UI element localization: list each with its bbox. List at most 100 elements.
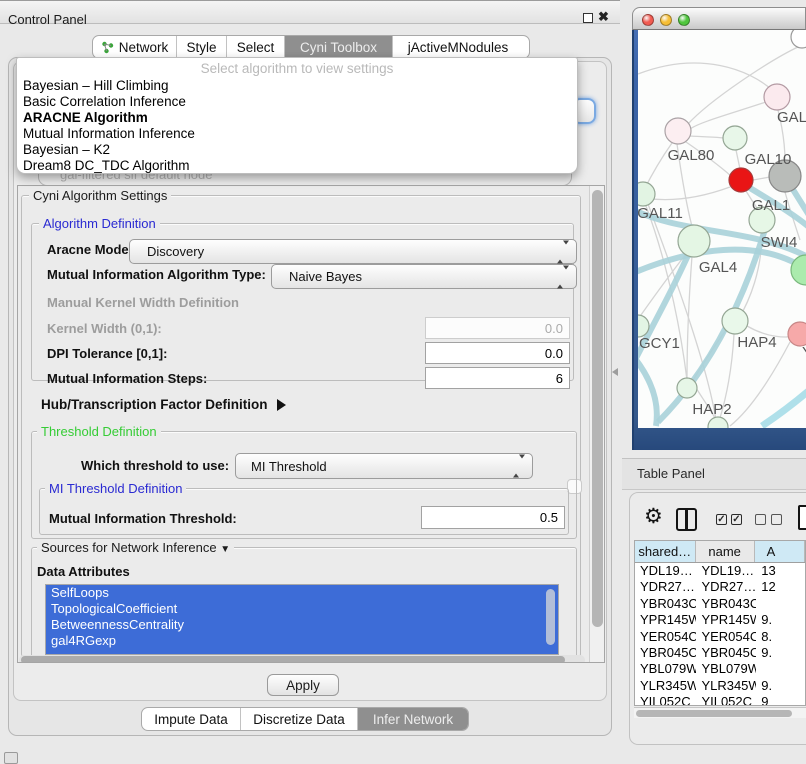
collapsed-panel-icon[interactable] [4,752,18,764]
document-icon[interactable] [798,505,806,530]
hscrollbar-thumb[interactable] [21,656,565,663]
settings-hscrollbar[interactable] [19,655,585,663]
table-row[interactable]: YIL052CYIL052C9 [635,694,805,706]
dpi-tolerance-field[interactable]: 0.0 [425,342,570,364]
network-canvas[interactable]: GALGAL80GAL10GAL1GAL11SWI4GAL4GCY1HAP4YH… [638,30,806,428]
mac-close-icon[interactable] [642,14,654,26]
dropdown-item[interactable]: Bayesian – Hill Climbing [17,78,577,94]
network-node[interactable] [723,126,747,150]
table-row[interactable]: YBR043CYBR043C [635,596,805,612]
apply-button[interactable]: Apply [267,674,339,696]
network-node[interactable] [722,308,748,334]
network-edge[interactable] [638,63,772,90]
gear-icon[interactable]: ⚙ [644,504,663,529]
table-column-header[interactable]: name [696,541,755,562]
table-column-header[interactable]: A [755,541,805,562]
table-hscrollbar-thumb[interactable] [636,710,792,717]
network-node[interactable] [729,168,753,192]
close-icon[interactable]: ✖ [598,9,609,25]
dropdown-item[interactable]: Basic Correlation Inference [17,94,577,110]
attribute-item[interactable]: BetweennessCentrality [46,617,558,633]
network-window-titlebar[interactable] [632,7,806,30]
network-node-label: HAP4 [737,334,776,351]
network-node[interactable] [678,225,710,257]
columns-icon[interactable] [676,508,697,531]
control-panel-title: Control Panel [8,12,87,27]
tab-label: Network [119,40,169,55]
which-threshold-value: MI Threshold [236,459,327,474]
network-node[interactable] [677,378,697,398]
mi-steps-field[interactable]: 6 [425,367,570,389]
tab-select[interactable]: Select [227,36,285,58]
tab-cyni-toolbox[interactable]: Cyni Toolbox [285,36,393,58]
table-cell: YBR045C [635,645,696,661]
attribute-item[interactable]: TopologicalCoefficient [46,601,558,617]
dropdown-item[interactable]: Mutual Information Inference [17,126,577,142]
tab-jactivemnodules[interactable]: jActiveMNodules [393,36,523,58]
table-row[interactable]: YBL079WYBL079W [635,661,805,677]
dropdown-item[interactable]: ARACNE Algorithm [17,110,577,126]
tab-style[interactable]: Style [177,36,227,58]
data-attributes-label: Data Attributes [37,564,130,579]
table-cell: YBL079W [635,661,696,677]
network-node[interactable] [788,322,806,346]
sources-title[interactable]: Sources for Network Inference ▼ [37,540,234,555]
table-row[interactable]: YLR345WYLR345W9. [635,678,805,694]
network-edge[interactable] [690,136,724,138]
table-row[interactable]: YDL19…YDL19…13 [635,563,805,579]
network-edge[interactable] [753,177,770,180]
tab-infer-network[interactable]: Infer Network [358,708,468,730]
checked-checkbox-icon[interactable]: ✓ [731,514,742,525]
unchecked-checkbox-icon[interactable] [755,514,766,525]
attribute-item[interactable]: gal4RGexp [46,633,558,649]
table-cell: 9. [756,645,805,661]
network-node[interactable] [708,417,728,428]
tab-discretize-data[interactable]: Discretize Data [241,708,358,730]
table-row[interactable]: YBR045CYBR045C9. [635,645,805,661]
unchecked-checkbox-icon[interactable] [771,514,782,525]
network-edge[interactable] [687,256,692,379]
dropdown-item[interactable]: Dream8 DC_TDC Algorithm [17,158,577,174]
network-edge[interactable] [690,102,766,129]
mac-zoom-icon[interactable] [678,14,690,26]
checked-checkbox-icon[interactable]: ✓ [716,514,727,525]
table-row[interactable]: YER054CYER054C8. [635,629,805,645]
network-edge-strong[interactable] [658,226,766,422]
table-hscrollbar[interactable] [634,707,806,718]
network-node[interactable] [665,118,691,144]
tab-network[interactable]: Network [93,36,177,58]
aracne-mode-combo[interactable]: Discovery [129,239,577,264]
network-node[interactable] [791,30,806,48]
network-node[interactable] [764,84,790,110]
splitter-collapse-arrow[interactable] [612,368,618,376]
mi-type-value: Naive Bayes [272,269,362,284]
combo-spinner-icon [513,459,525,474]
attributes-scrollbar[interactable] [546,589,555,645]
network-tab-icon [101,41,114,54]
vscrollbar-thumb[interactable] [592,190,603,627]
table-row[interactable]: YPR145WYPR145W9. [635,612,805,628]
network-node[interactable] [638,182,655,206]
network-edge[interactable] [644,187,730,200]
table-column-header[interactable]: shared… [635,541,696,562]
table-cell: YLR345W [635,678,696,694]
network-edge-strong[interactable] [762,388,806,426]
table-cell: YLR345W [696,678,756,694]
algorithm-definition-title: Algorithm Definition [39,216,160,231]
tab-impute-data[interactable]: Impute Data [142,708,241,730]
attribute-item[interactable]: SelfLoops [46,585,558,601]
network-node-label: SWI4 [761,234,798,251]
dropdown-item[interactable]: Bayesian – K2 [17,142,577,158]
settings-vscrollbar[interactable] [589,186,604,662]
float-window-icon[interactable] [583,13,593,23]
network-edge[interactable] [736,150,740,169]
table-cell: YIL052C [696,694,756,706]
table-row[interactable]: YDR27…YDR27…12 [635,579,805,595]
mi-type-combo[interactable]: Naive Bayes [271,264,577,289]
mi-threshold-field[interactable]: 0.5 [421,506,565,529]
hub-section-toggle[interactable]: Hub/Transcription Factor Definition [41,397,286,412]
kernel-width-field[interactable]: 0.0 [425,317,570,339]
network-edge-strong[interactable] [638,350,657,426]
which-threshold-combo[interactable]: MI Threshold [235,453,533,479]
mac-minimize-icon[interactable] [660,14,672,26]
